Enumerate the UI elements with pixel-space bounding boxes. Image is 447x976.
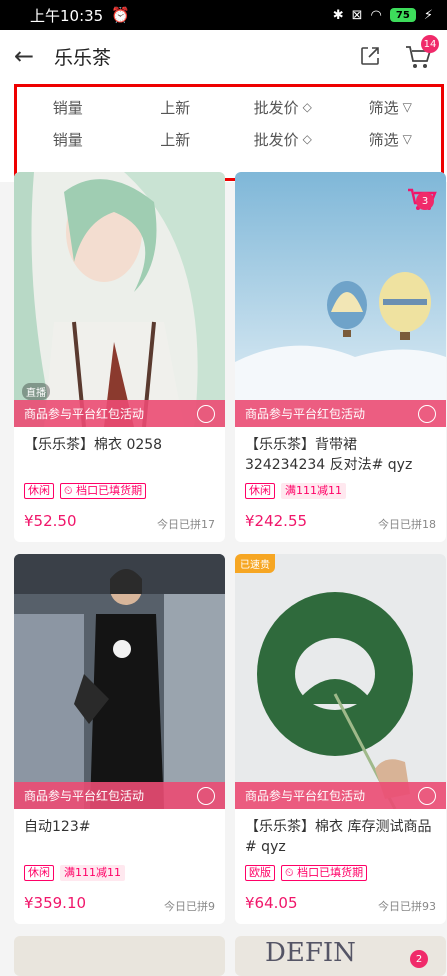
wifi-icon: ◠ [370,7,382,23]
product-name: 【乐乐茶】背带裙 324234234 反对法# qyz [245,437,413,473]
product-name: 自动123# [24,819,91,835]
product-price: ¥359.10 [24,894,87,912]
cart-button[interactable]: 14 [403,35,439,71]
product-name: 【乐乐茶】棉衣 0258 [24,437,163,453]
product-name: 【乐乐茶】棉衣 库存测试商品 # qyz [245,819,432,855]
tag: 休闲 [24,865,54,881]
top-nav: ← 乐乐茶 14 [0,30,447,82]
product-image [14,554,225,809]
status-bar: 上午10:35 ⏰ ✱ ⊠ ◠ 75 ⚡ [0,0,447,30]
promo-banner: 商品参与平台红包活动 [235,400,446,427]
live-badge: 直播 [22,383,50,400]
cart-count-badge: 14 [421,35,439,53]
product-tags: 欧版 ⏲ 档口已填货期 [245,865,368,881]
product-card[interactable]: 3 商品参与平台红包活动 【乐乐茶】背带裙 324234234 反对法# qyz… [235,172,446,542]
tag: 休闲 [24,483,54,499]
cart-count-badge: 2 [410,950,428,968]
tag-delivery: ⏲ 档口已填货期 [60,483,147,499]
sold-count: 今日已拼93 [378,900,436,913]
sold-count: 今日已拼17 [157,518,215,531]
heart-icon[interactable] [197,404,215,423]
product-price: ¥242.55 [245,512,308,530]
product-card[interactable]: 直播 商品参与平台红包活动 【乐乐茶】棉衣 0258 休闲 ⏲ 档口已填货期 ¥… [14,172,225,542]
tag: 休闲 [245,483,275,499]
tag-delivery: ⏲ 档口已填货期 [281,865,368,881]
product-card-peek[interactable] [14,936,225,976]
charging-icon: ⚡ [423,7,433,23]
product-card[interactable]: 已速贵 商品参与平台红包活动 【乐乐茶】棉衣 库存测试商品 # qyz 欧版 ⏲… [235,554,446,924]
product-card-peek[interactable]: DEFIN 2 [235,936,446,976]
sim-icon: ⊠ [351,7,363,23]
share-icon[interactable] [359,45,381,67]
product-price: ¥52.50 [24,512,77,530]
heart-icon[interactable] [418,404,436,423]
status-time: 上午10:35 [30,6,104,25]
promo-banner: 商品参与平台红包活动 [14,400,225,427]
promo-banner: 商品参与平台红包活动 [14,782,225,809]
product-card[interactable]: 商品参与平台红包活动 自动123# 休闲 满111减11 ¥359.10 今日已… [14,554,225,924]
product-image [235,554,446,809]
corner-badge: 已速贵 [235,554,275,573]
product-tags: 休闲 ⏲ 档口已填货期 [24,483,147,499]
peek-text: DEFIN [265,938,356,968]
product-tags: 休闲 满111减11 [24,865,125,881]
product-tags: 休闲 满111减11 [245,483,346,499]
alarm-off-icon: ⏰ [111,6,130,24]
tag-discount: 满111减11 [281,483,346,499]
heart-icon[interactable] [418,786,436,805]
battery-icon: 75 [389,8,416,22]
page-title: 乐乐茶 [54,46,112,69]
highlight-box [14,84,444,181]
tag-discount: 满111减11 [60,865,125,881]
promo-banner: 商品参与平台红包活动 [235,782,446,809]
bluetooth-icon: ✱ [332,7,344,23]
tag: 欧版 [245,865,275,881]
product-price: ¥64.05 [245,894,298,912]
back-arrow-icon[interactable]: ← [14,42,44,70]
sold-count: 今日已拼9 [164,900,215,913]
filter-bar: 销量 上新 批发价 ◇ 筛选 ▽ 销量 上新 批发价 ◇ 筛选 ▽ [0,82,447,182]
sold-count: 今日已拼18 [378,518,436,531]
cart-count-badge: 3 [416,192,434,210]
heart-icon[interactable] [197,786,215,805]
